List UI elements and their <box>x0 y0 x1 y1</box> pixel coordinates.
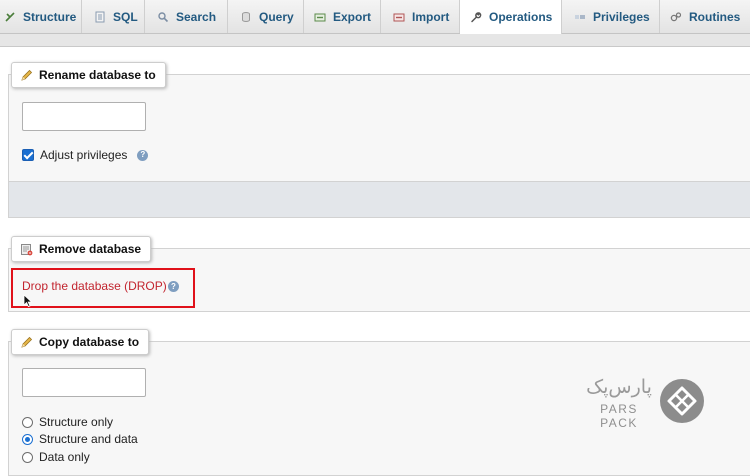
highlight-box <box>11 268 195 308</box>
radio-button[interactable] <box>22 416 33 428</box>
rename-database-legend: Rename database to <box>11 62 166 88</box>
tab-label: Query <box>259 9 294 24</box>
radio-structure-only[interactable]: Structure only <box>22 415 113 429</box>
rename-database-footer <box>8 182 750 218</box>
legend-label: Copy database to <box>39 335 140 349</box>
tab-label: Export <box>333 9 372 24</box>
rename-database-input[interactable] <box>22 102 146 131</box>
help-icon[interactable]: ? <box>137 149 149 161</box>
import-icon <box>393 11 405 23</box>
tab-label: Search <box>176 9 217 24</box>
top-strip <box>0 34 750 47</box>
tab-label: Routines <box>689 9 741 24</box>
tab-structure[interactable]: Structure <box>0 0 82 33</box>
tab-routines[interactable]: Routines <box>660 0 750 33</box>
sql-icon <box>94 11 106 23</box>
adjust-privileges-label: Adjust privileges <box>40 148 128 162</box>
tab-label: Operations <box>489 10 553 24</box>
radio-label: Structure only <box>39 415 114 429</box>
routines-icon <box>670 11 682 23</box>
query-icon <box>240 11 252 23</box>
tab-export[interactable]: Export <box>304 0 381 33</box>
watermark-text-en: PARS PACK <box>600 402 638 430</box>
radio-button[interactable] <box>22 451 33 463</box>
radio-button[interactable] <box>22 433 33 445</box>
watermark-text-fa: پارس‌پک <box>586 377 652 398</box>
search-icon <box>157 11 169 23</box>
wrench-icon <box>470 11 482 23</box>
copy-database-legend: Copy database to <box>11 329 150 355</box>
legend-label: Remove database <box>39 242 142 256</box>
adjust-privileges-row[interactable]: Adjust privileges ? <box>22 148 149 162</box>
structure-icon <box>4 11 16 23</box>
export-icon <box>314 11 326 23</box>
radio-label: Data only <box>39 450 90 464</box>
remove-database-icon <box>20 243 33 256</box>
radio-structure-and-data[interactable]: Structure and data <box>22 432 138 446</box>
tab-privileges[interactable]: Privileges <box>562 0 660 33</box>
radio-data-only[interactable]: Data only <box>22 450 90 464</box>
tab-label: Privileges <box>593 9 650 24</box>
parspack-logo-icon <box>660 379 704 423</box>
tab-label: Import <box>412 9 450 24</box>
tab-sql[interactable]: SQL <box>82 0 145 33</box>
tab-operations[interactable]: Operations <box>460 0 562 34</box>
tab-label: SQL <box>113 9 138 24</box>
pencil-icon <box>20 336 33 349</box>
copy-database-input[interactable] <box>22 368 146 397</box>
radio-label: Structure and data <box>39 432 138 446</box>
privileges-icon <box>574 11 586 23</box>
pencil-icon <box>20 69 33 82</box>
tab-search[interactable]: Search <box>145 0 228 33</box>
tab-bar: Structure SQL Search Query Export Import <box>0 0 750 34</box>
adjust-privileges-checkbox[interactable] <box>22 149 34 161</box>
mouse-cursor-icon <box>23 294 33 308</box>
tab-query[interactable]: Query <box>228 0 304 33</box>
legend-label: Rename database to <box>39 68 156 82</box>
tab-label: Structure <box>23 9 77 24</box>
tab-import[interactable]: Import <box>381 0 460 33</box>
remove-database-legend: Remove database <box>11 236 152 262</box>
